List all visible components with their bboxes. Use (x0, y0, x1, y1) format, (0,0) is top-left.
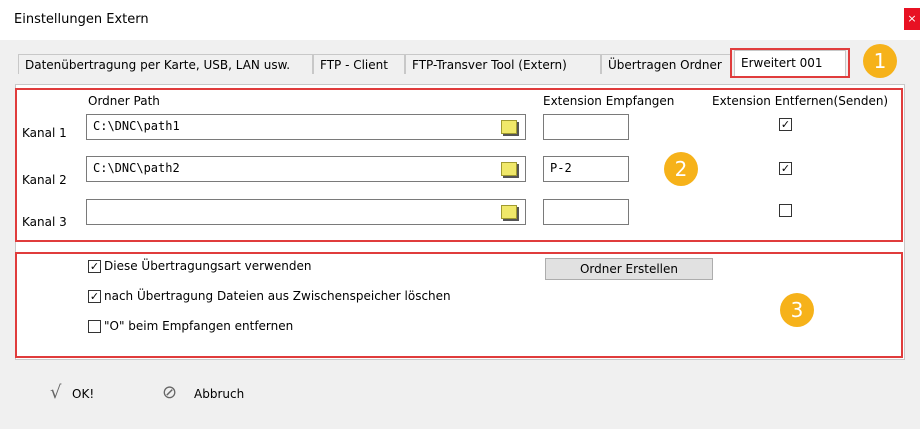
path-input-kanal-2[interactable]: C:\DNC\path2 (86, 156, 526, 182)
path-input-kanal-1[interactable]: C:\DNC\path1 (86, 114, 526, 140)
cancel-label: Abbruch (194, 387, 245, 401)
annotation-badge-1: 1 (863, 44, 897, 78)
header-extension-entfernen: Extension Entfernen(Senden) (712, 94, 889, 108)
path-input-kanal-3[interactable] (86, 199, 526, 225)
extension-input-kanal-2[interactable]: P-2 (543, 156, 629, 182)
annotation-badge-3: 3 (780, 293, 814, 327)
annotation-badge-2: 2 (664, 152, 698, 186)
tab-ftp-client[interactable]: FTP - Client (313, 54, 405, 74)
header-ordner-path: Ordner Path (88, 94, 160, 108)
use-transfer-label: Diese Übertragungsart verwenden (104, 259, 312, 273)
remove-extension-checkbox-3[interactable] (779, 204, 792, 217)
remove-o-checkbox[interactable] (88, 320, 101, 333)
folder-browse-icon[interactable] (501, 162, 517, 176)
ordner-erstellen-button[interactable]: Ordner Erstellen (545, 258, 713, 280)
window-title: Einstellungen Extern (14, 12, 149, 27)
prohibited-icon: ⊘ (162, 382, 178, 403)
channel-label-2: Kanal 2 (22, 173, 67, 187)
tab-ftp-transver-tool[interactable]: FTP-Transver Tool (Extern) (405, 54, 601, 74)
tab-datenuebertragung[interactable]: Datenübertragung per Karte, USB, LAN usw… (18, 54, 313, 74)
remove-extension-checkbox-1[interactable]: ✓ (779, 118, 792, 131)
extension-input-kanal-1[interactable] (543, 114, 629, 140)
channel-label-1: Kanal 1 (22, 126, 67, 140)
remove-o-label: "O" beim Empfangen entfernen (104, 319, 294, 333)
header-extension-empfangen: Extension Empfangen (543, 94, 675, 108)
ok-button[interactable]: √ OK! (50, 382, 120, 408)
use-transfer-checkbox[interactable]: ✓ (88, 260, 101, 273)
annotation-highlight-tab (730, 48, 850, 78)
folder-browse-icon[interactable] (501, 120, 517, 134)
title-bar: Einstellungen Extern × (0, 0, 920, 40)
checkmark-icon: √ (50, 382, 62, 403)
channel-label-3: Kanal 3 (22, 215, 67, 229)
delete-cache-checkbox[interactable]: ✓ (88, 290, 101, 303)
close-icon[interactable]: × (904, 8, 920, 30)
ok-label: OK! (72, 387, 95, 401)
delete-cache-label: nach Übertragung Dateien aus Zwischenspe… (104, 289, 451, 303)
remove-extension-checkbox-2[interactable]: ✓ (779, 162, 792, 175)
cancel-button[interactable]: ⊘ Abbruch (162, 382, 262, 408)
extension-input-kanal-3[interactable] (543, 199, 629, 225)
tab-uebertragen-ordner[interactable]: Übertragen Ordner (601, 54, 731, 74)
folder-browse-icon[interactable] (501, 205, 517, 219)
